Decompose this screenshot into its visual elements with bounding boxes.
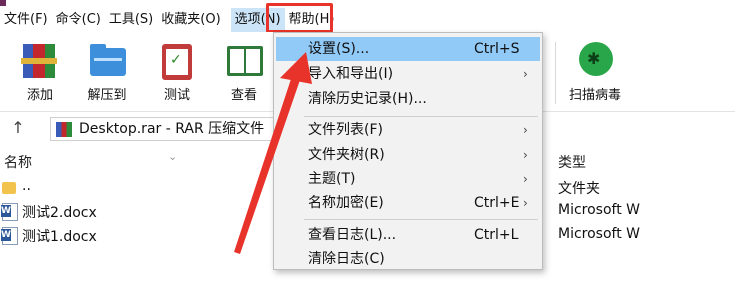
archive-path-text: Desktop.rar - RAR 压缩文件 [79, 121, 265, 137]
rar-archive-icon [56, 122, 72, 137]
file-name: 测试2.docx [22, 205, 97, 221]
menu-item-label: 文件列表(F) [308, 122, 383, 138]
file-name: 测试1.docx [22, 229, 97, 245]
menu-tools[interactable]: 工具(S) [105, 8, 157, 32]
view-book-icon [225, 40, 263, 80]
archive-path-field[interactable]: Desktop.rar - RAR 压缩文件 [50, 117, 280, 141]
menu-item-clear-log[interactable]: 清除日志(C) [276, 247, 540, 271]
menu-item-label: 名称加密(E) [308, 195, 384, 211]
chevron-right-icon: › [523, 172, 528, 186]
add-archive-icon [21, 40, 59, 80]
extract-folder-icon [88, 40, 126, 80]
menu-item-label: 文件夹树(R) [308, 147, 385, 163]
column-header-type[interactable]: 类型 [558, 152, 586, 172]
word-doc-icon [1, 203, 18, 221]
add-button[interactable]: 添加 [12, 38, 68, 110]
menu-item-label: 查看日志(L)... [308, 227, 397, 243]
menu-item-theme[interactable]: 主题(T) › [276, 167, 540, 191]
menu-favorites[interactable]: 收藏夹(O) [157, 8, 224, 32]
file-type: 文件夹 [558, 181, 600, 197]
add-button-label: 添加 [26, 88, 53, 103]
menu-item-shortcut: Ctrl+S [474, 41, 520, 57]
menu-file[interactable]: 文件(F) [0, 8, 52, 32]
extract-to-button-label: 解压到 [87, 88, 127, 103]
menu-item-view-log[interactable]: 查看日志(L)... Ctrl+L [276, 223, 540, 247]
test-button-label: 测试 [163, 88, 190, 103]
menu-item-label: 清除日志(C) [308, 251, 385, 267]
word-doc-icon [1, 227, 18, 245]
app-logo-icon [0, 0, 6, 6]
folder-icon [2, 182, 16, 194]
menu-item-import-export[interactable]: 导入和导出(I) › [276, 62, 540, 86]
column-header-name[interactable]: 名称 [4, 152, 32, 172]
menu-item-shortcut: Ctrl+E [474, 195, 520, 211]
menu-item-label: 清除历史记录(H)... [308, 91, 427, 107]
menu-item-label: 主题(T) [308, 171, 356, 187]
chevron-right-icon: › [523, 196, 528, 210]
toolbar-divider [555, 42, 556, 104]
file-type: Microsoft W [558, 202, 641, 218]
menu-item-name-encryption[interactable]: 名称加密(E) Ctrl+E › [276, 191, 540, 215]
chevron-right-icon: › [523, 148, 528, 162]
view-button[interactable]: 查看 [216, 38, 272, 110]
virus-scan-icon: ✱ [576, 40, 614, 80]
menu-item-file-list[interactable]: 文件列表(F) › [276, 118, 540, 142]
file-name: .. [22, 178, 31, 194]
test-button[interactable]: ✓ 测试 [149, 38, 205, 110]
menu-item-label: 设置(S)... [308, 41, 370, 57]
menu-separator [304, 116, 538, 117]
extract-to-button[interactable]: 解压到 [79, 38, 135, 110]
title-bar [0, 0, 735, 8]
annotation-highlight-box [266, 3, 333, 33]
virus-scan-button[interactable]: ✱ 扫描病毒 [565, 38, 625, 110]
menu-item-clear-history[interactable]: 清除历史记录(H)... [276, 87, 540, 111]
menu-item-shortcut: Ctrl+L [474, 227, 519, 243]
menu-commands[interactable]: 命令(C) [52, 8, 105, 32]
chevron-right-icon: › [523, 67, 528, 81]
menu-bar: 文件(F) 命令(C) 工具(S) 收藏夹(O) 选项(N) 帮助(H) [0, 8, 735, 32]
view-button-label: 查看 [230, 88, 257, 103]
chevron-right-icon: › [523, 123, 528, 137]
sort-chevron-icon: ⌄ [168, 150, 178, 163]
menu-item-label: 导入和导出(I) [308, 66, 394, 82]
options-dropdown-menu: 设置(S)... Ctrl+S 导入和导出(I) › 清除历史记录(H)... … [273, 32, 543, 270]
up-arrow-icon[interactable]: ↑ [8, 118, 28, 138]
test-clipboard-icon: ✓ [158, 40, 196, 80]
file-type: Microsoft W [558, 226, 641, 242]
menu-separator [304, 219, 538, 220]
virus-scan-button-label: 扫描病毒 [568, 88, 621, 103]
menu-item-settings[interactable]: 设置(S)... Ctrl+S [276, 37, 540, 61]
menu-item-folder-tree[interactable]: 文件夹树(R) › [276, 143, 540, 167]
